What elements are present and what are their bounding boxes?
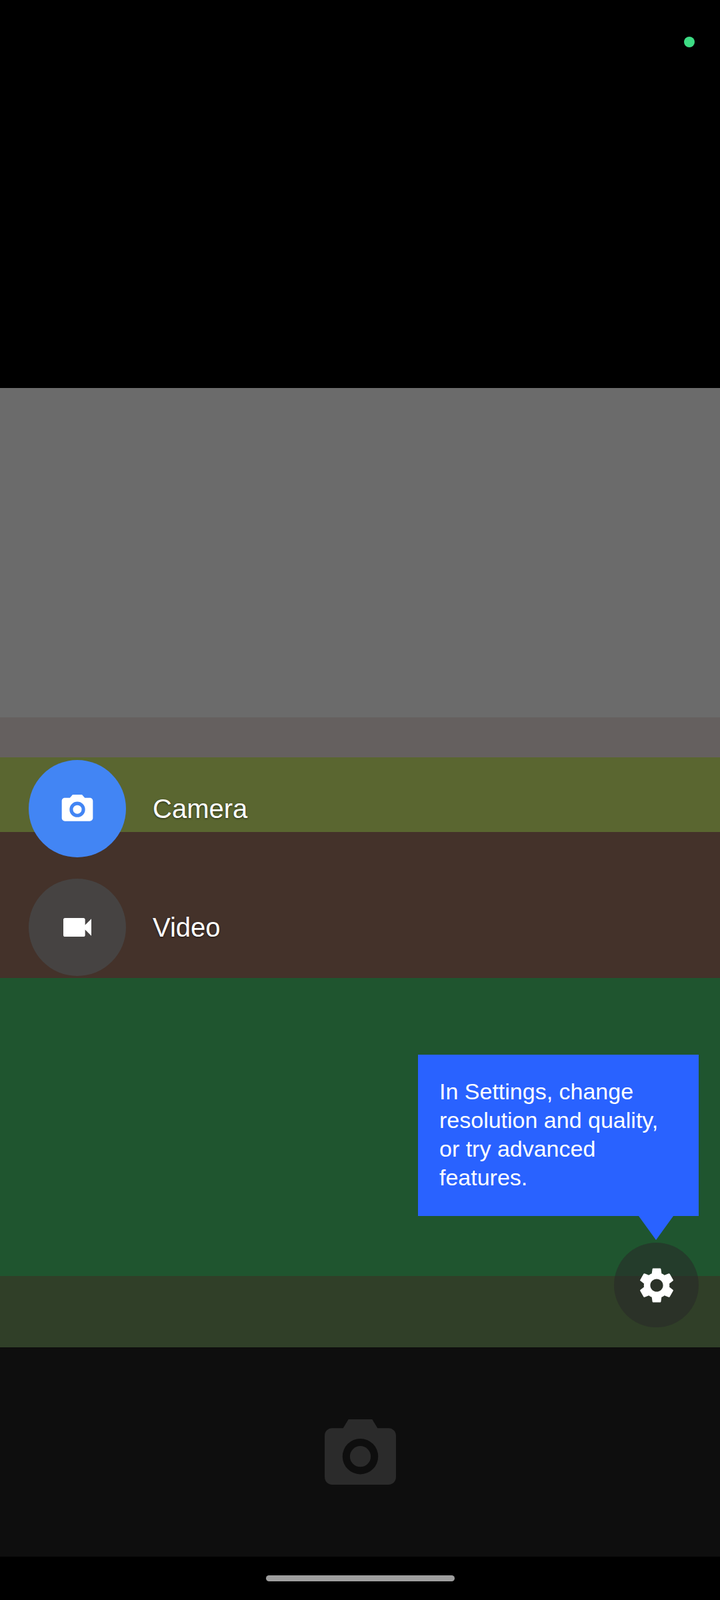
video-icon [58, 908, 96, 946]
mode-circle[interactable] [28, 760, 126, 858]
navigation-bar [0, 1556, 720, 1600]
mode-circle[interactable] [28, 878, 126, 976]
mode-option[interactable]: Video [28, 878, 261, 976]
mode-menu: Camera Video [28, 760, 261, 976]
mode-option[interactable]: Camera [28, 760, 261, 858]
tooltip-text: In Settings, change resolution and quali… [439, 1077, 682, 1192]
camera-screen: Camera Video In Settings, change resolutio… [0, 0, 720, 1600]
home-handle[interactable] [266, 1575, 455, 1582]
tooltip-box: In Settings, change resolution and quali… [418, 1054, 699, 1216]
camera-icon [58, 790, 96, 828]
top-area [0, 84, 720, 388]
privacy-indicator-dot [684, 36, 695, 48]
shutter-button[interactable] [324, 1419, 396, 1485]
viewfinder[interactable]: Camera Video In Settings, change resolutio… [0, 388, 720, 1348]
mode-label[interactable]: Video [152, 912, 234, 943]
tooltip-arrow [638, 1216, 674, 1240]
settings-tooltip[interactable]: In Settings, change resolution and quali… [418, 1054, 699, 1240]
gear-icon [635, 1264, 678, 1307]
camera-icon [324, 1419, 396, 1485]
mode-label[interactable]: Camera [152, 794, 261, 824]
bottom-bar [0, 1347, 720, 1557]
status-bar [0, 0, 720, 85]
settings-button[interactable] [614, 1242, 699, 1328]
